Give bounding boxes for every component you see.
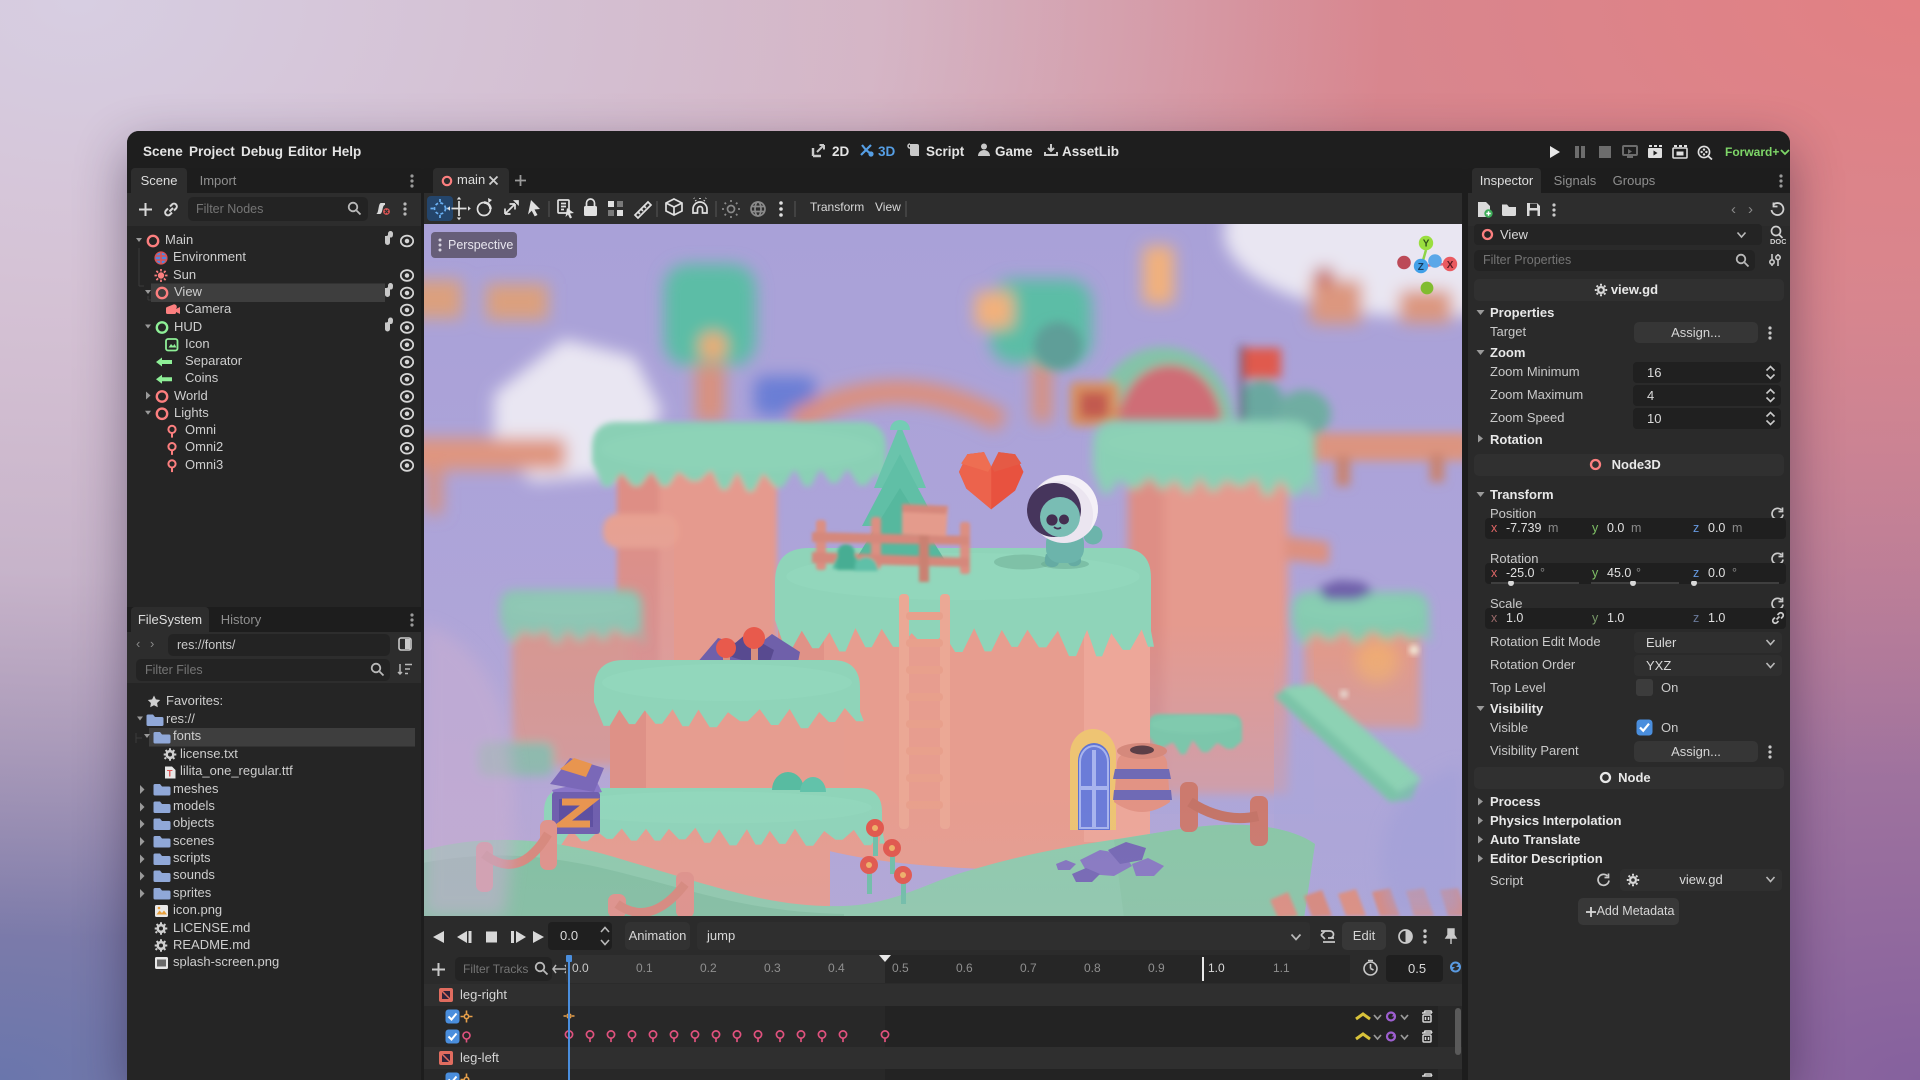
svg-text:Z: Z [1418,262,1424,273]
svg-text:DOC: DOC [1770,237,1786,246]
svg-text:X: X [1447,260,1454,271]
svg-text:T: T [167,769,173,779]
svg-text:Y: Y [1423,239,1430,250]
